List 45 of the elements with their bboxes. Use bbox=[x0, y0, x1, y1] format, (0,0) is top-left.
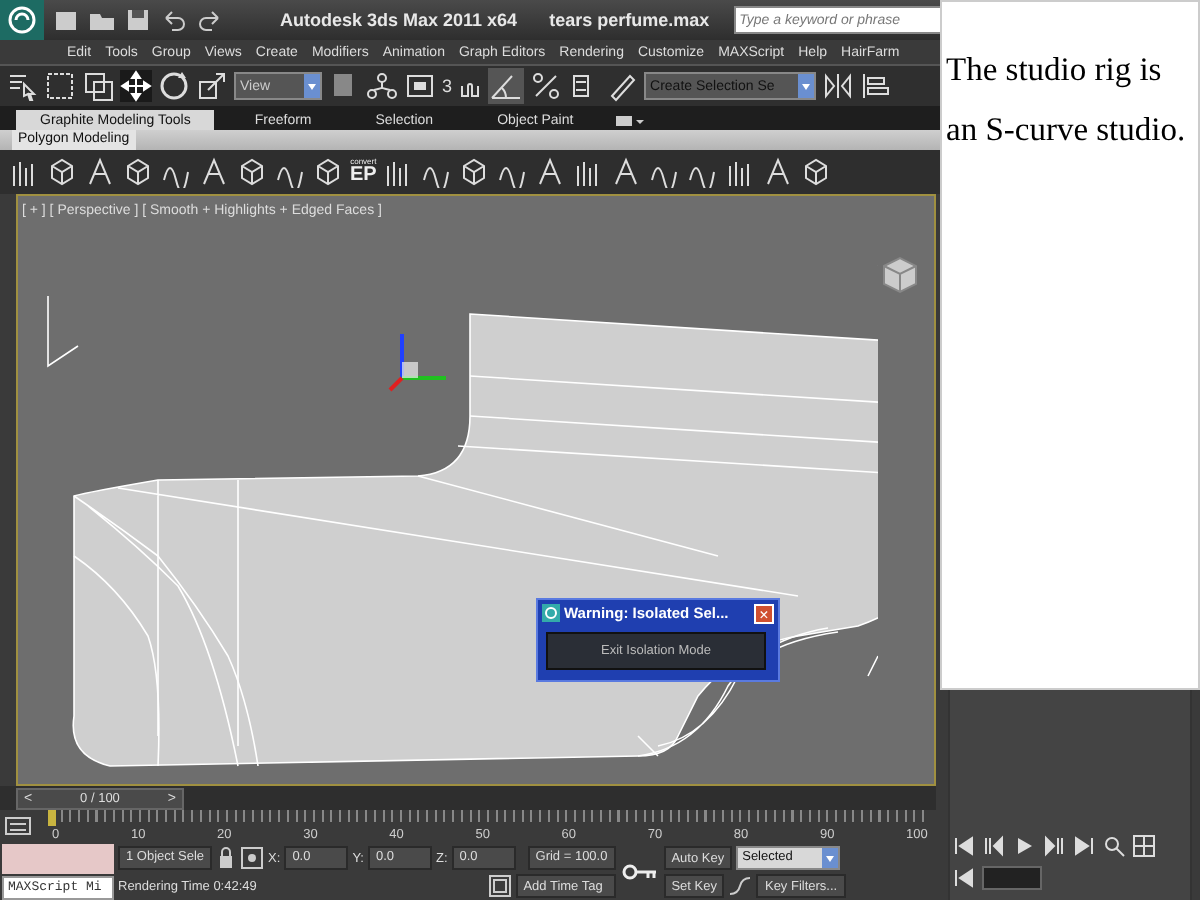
next-key-icon[interactable] bbox=[1042, 834, 1066, 858]
dialog-logo-icon bbox=[542, 604, 560, 622]
app-title: Autodesk 3ds Max 2011 x64 bbox=[280, 10, 518, 30]
previous-key-icon[interactable] bbox=[982, 834, 1006, 858]
move-icon[interactable] bbox=[120, 70, 152, 102]
redo-icon[interactable] bbox=[196, 6, 224, 34]
frame-field-icon[interactable] bbox=[982, 866, 1042, 890]
percent-snap-icon[interactable] bbox=[530, 70, 563, 102]
time-tag-icon[interactable] bbox=[487, 874, 512, 898]
app-logo-button[interactable] bbox=[0, 0, 44, 40]
close-button[interactable]: × bbox=[754, 603, 774, 623]
file-name: tears perfume.max bbox=[549, 10, 710, 30]
window-crossing-icon[interactable] bbox=[82, 70, 114, 102]
grid-view-icon[interactable] bbox=[1132, 834, 1156, 858]
tangent-icon[interactable] bbox=[728, 874, 753, 898]
rotate-icon[interactable] bbox=[158, 70, 190, 102]
render-icon[interactable] bbox=[404, 70, 436, 102]
zoom-icon[interactable] bbox=[1102, 834, 1126, 858]
listener-field[interactable] bbox=[2, 844, 114, 874]
scale-icon[interactable] bbox=[196, 70, 228, 102]
undo-icon[interactable] bbox=[160, 6, 188, 34]
spiral-icon bbox=[8, 6, 36, 34]
mirror-icon[interactable] bbox=[822, 70, 855, 102]
caret-icon bbox=[798, 74, 815, 98]
select-icon[interactable] bbox=[6, 70, 38, 102]
play-icon[interactable] bbox=[1012, 834, 1036, 858]
selection-region-icon[interactable] bbox=[44, 70, 76, 102]
save-icon[interactable] bbox=[124, 6, 152, 34]
lock-icon[interactable] bbox=[216, 846, 237, 870]
absolute-mode-icon[interactable] bbox=[240, 846, 265, 870]
align-icon[interactable] bbox=[860, 70, 893, 102]
lattice-cube-icon[interactable] bbox=[236, 156, 268, 188]
key-icon[interactable] bbox=[619, 860, 660, 884]
caret-icon bbox=[822, 848, 839, 868]
cube-icon[interactable] bbox=[122, 156, 154, 188]
go-to-end-icon[interactable] bbox=[1072, 834, 1096, 858]
camera-icon[interactable] bbox=[613, 110, 646, 130]
angle-snap-icon[interactable] bbox=[488, 68, 525, 104]
snap-toggle[interactable]: 3 bbox=[442, 76, 453, 96]
document-icon[interactable] bbox=[52, 6, 80, 34]
link-icon[interactable] bbox=[366, 70, 398, 102]
go-to-start-icon[interactable] bbox=[952, 834, 976, 858]
viewcube-icon bbox=[878, 252, 922, 296]
caret-icon bbox=[304, 74, 320, 98]
note-text: The studio rig is an S-curve studio. bbox=[946, 48, 1188, 152]
